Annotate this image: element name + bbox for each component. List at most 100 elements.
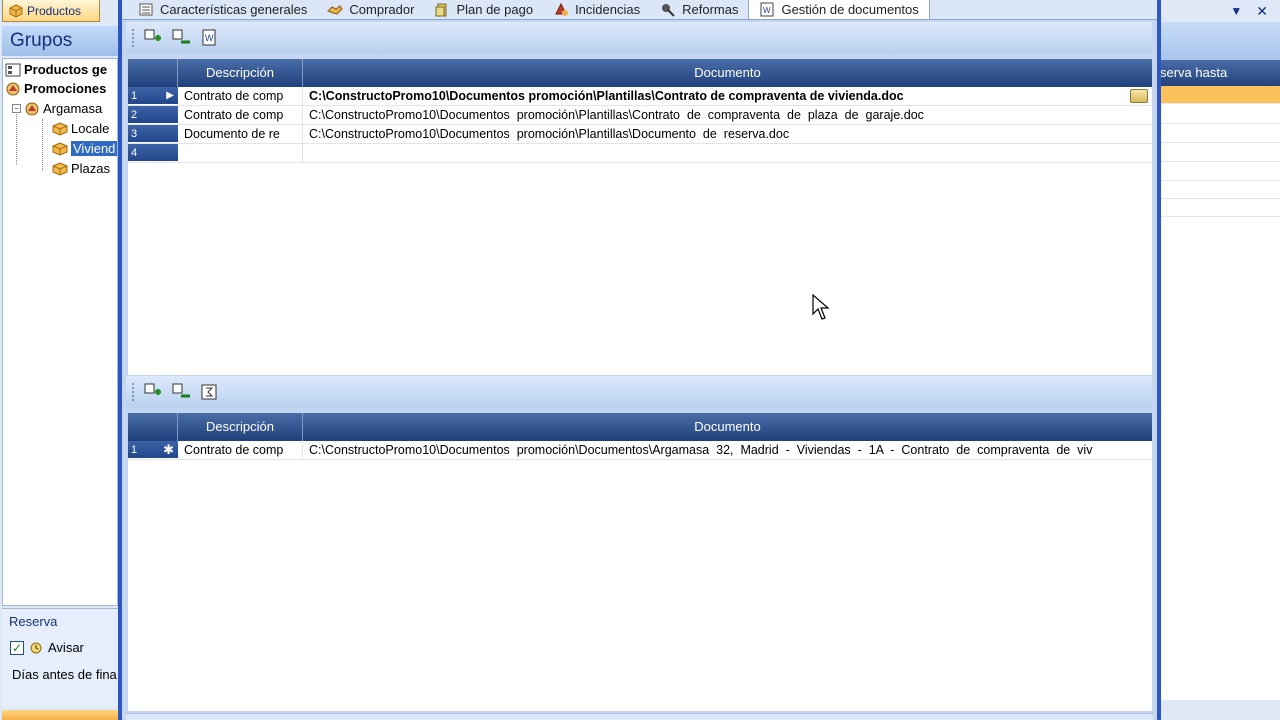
row-header[interactable]: 1 ✱ xyxy=(128,441,178,459)
product-detail-window: Características generales Comprador Plan… xyxy=(118,0,1161,720)
tab-label: Plan de pago xyxy=(456,1,534,17)
new-row-asterisk-icon: ✱ xyxy=(163,441,174,457)
tab-gestion-documentos[interactable]: W Gestión de documentos xyxy=(748,0,930,19)
avisar-option[interactable]: ✓ Avisar xyxy=(10,640,84,655)
productos-tab-label: Productos xyxy=(27,3,82,18)
tab-label: Incidencias xyxy=(575,1,641,17)
productos-tab[interactable]: Productos xyxy=(2,0,100,22)
table-row[interactable]: 3 Documento de re C:\ConstructoPromo10\D… xyxy=(128,125,1152,144)
tab-plan-de-pago[interactable]: Plan de pago xyxy=(424,0,543,19)
documento-cell[interactable]: C:\ConstructoPromo10\Documentos promoció… xyxy=(303,87,1152,105)
promotion-icon xyxy=(6,82,20,95)
tree-item-locales[interactable]: Locale xyxy=(52,119,109,138)
reserva-title: Reserva xyxy=(9,614,58,629)
left-panel: Productos Grupos Productos ge Promocione… xyxy=(0,0,120,720)
tab-label: Características generales xyxy=(160,1,308,17)
generated-documents-grid: Descripción Documento 1 ✱ Contrato de com… xyxy=(128,413,1152,711)
descripcion-cell[interactable]: Contrato de comp xyxy=(178,441,303,459)
cube-icon xyxy=(52,141,68,156)
tree-item-productos[interactable]: Productos ge xyxy=(5,60,107,79)
delete-row-icon xyxy=(172,383,190,398)
descripcion-column-header[interactable]: Descripción xyxy=(178,59,303,87)
documento-column-header[interactable]: Documento xyxy=(303,413,1152,441)
cube-icon xyxy=(52,121,68,136)
dropdown-arrow-icon[interactable]: ▼ xyxy=(1230,4,1242,18)
word-document-icon: W xyxy=(202,29,216,46)
row-header[interactable]: 1 ▶ xyxy=(128,87,178,105)
grupos-header: Grupos xyxy=(2,26,118,56)
delete-row-button[interactable] xyxy=(171,28,191,48)
right-toolbar-area xyxy=(1156,22,1280,60)
tree-item-promociones[interactable]: Promociones xyxy=(5,79,106,98)
tab-reformas[interactable]: Reformas xyxy=(650,0,748,19)
documento-cell[interactable]: C:\ConstructoPromo10\Documentos promoció… xyxy=(303,106,1152,124)
row-header[interactable]: 4 xyxy=(128,144,178,162)
descripcion-cell[interactable] xyxy=(178,144,303,162)
handshake-icon xyxy=(327,4,344,15)
current-row-arrow-icon: ▶ xyxy=(166,90,174,101)
alarm-icon xyxy=(30,642,42,653)
documento-cell[interactable] xyxy=(303,144,1152,162)
documento-cell[interactable]: C:\ConstructoPromo10\Documentos promoció… xyxy=(303,125,1152,143)
top-toolbar: W xyxy=(126,22,1152,54)
generate-document-button[interactable] xyxy=(199,382,219,402)
svg-text:W: W xyxy=(205,33,214,43)
row-header[interactable]: 3 xyxy=(128,125,178,143)
toolbar-grip[interactable] xyxy=(132,29,135,47)
collapse-icon[interactable]: − xyxy=(12,104,21,113)
table-row[interactable]: 2 Contrato de comp C:\ConstructoPromo10\… xyxy=(128,106,1152,125)
delete-row-button[interactable] xyxy=(171,382,191,402)
table-row[interactable]: 4 xyxy=(128,144,1152,163)
list-icon xyxy=(139,3,153,15)
toolbar-grip[interactable] xyxy=(132,383,135,401)
open-word-button[interactable]: W xyxy=(199,28,219,48)
descripcion-cell[interactable]: Documento de re xyxy=(178,125,303,143)
tab-comprador[interactable]: Comprador xyxy=(317,0,424,19)
tree-item-label: Argamasa xyxy=(43,101,103,116)
row-header[interactable]: 2 xyxy=(128,106,178,124)
tab-label: Comprador xyxy=(349,1,415,17)
browse-folder-icon[interactable] xyxy=(1130,89,1148,103)
groups-tree: Productos ge Promociones − Argamasa Loca… xyxy=(2,58,118,606)
add-row-icon xyxy=(144,383,161,395)
tab-bar: Características generales Comprador Plan… xyxy=(122,0,1157,20)
table-row[interactable]: 1 ▶ Contrato de comp C:\ConstructoPromo10… xyxy=(128,87,1152,106)
reserva-hasta-column-header[interactable]: serva hasta xyxy=(1156,60,1280,86)
tree-item-argamasa[interactable]: − Argamasa xyxy=(12,99,102,118)
grid-header: Descripción Documento xyxy=(128,59,1152,87)
tree-item-label: Locale xyxy=(71,121,110,136)
add-row-icon xyxy=(144,29,161,41)
tab-label: Gestión de documentos xyxy=(781,2,919,17)
avisar-checkbox[interactable]: ✓ xyxy=(10,640,24,655)
money-icon xyxy=(435,3,447,16)
descripcion-cell[interactable]: Contrato de comp xyxy=(178,87,303,105)
close-icon[interactable]: ✕ xyxy=(1256,3,1268,20)
grid-header: Descripción Documento xyxy=(128,413,1152,441)
template-documents-grid: Descripción Documento 1 ▶ Contrato de com… xyxy=(128,59,1152,375)
table-row[interactable]: 1 ✱ Contrato de comp C:\ConstructoPromo10… xyxy=(128,441,1152,460)
left-bottom-tab[interactable] xyxy=(2,710,118,720)
status-strip xyxy=(126,713,1153,720)
tree-item-viviendas[interactable]: Viviend xyxy=(52,139,117,158)
right-panel: ▼ ✕ serva hasta xyxy=(1156,0,1280,720)
right-top-bar: ▼ ✕ xyxy=(1156,0,1280,22)
selected-row-highlight[interactable] xyxy=(1156,86,1280,103)
right-bottom-bar xyxy=(1156,700,1280,720)
tree-item-label: Promociones xyxy=(24,81,107,96)
documento-cell[interactable]: C:\ConstructoPromo10\Documentos promoció… xyxy=(303,441,1152,459)
tab-incidencias[interactable]: Incidencias xyxy=(543,0,650,19)
add-row-button[interactable] xyxy=(143,382,163,402)
tree-item-label: Viviend xyxy=(71,141,117,156)
tools-icon xyxy=(662,3,675,17)
tree-item-plazas[interactable]: Plazas xyxy=(52,159,110,178)
descripcion-cell[interactable]: Contrato de comp xyxy=(178,106,303,124)
add-row-button[interactable] xyxy=(143,28,163,48)
reserva-panel: Reserva ✓ Avisar Días antes de fina xyxy=(2,608,118,708)
bottom-toolbar xyxy=(126,376,1152,408)
tab-caracteristicas[interactable]: Características generales xyxy=(128,0,317,19)
cube-icon xyxy=(9,3,23,18)
generate-document-icon xyxy=(201,384,217,400)
right-grid xyxy=(1156,86,1280,700)
descripcion-column-header[interactable]: Descripción xyxy=(178,413,303,441)
documento-column-header[interactable]: Documento xyxy=(303,59,1152,87)
